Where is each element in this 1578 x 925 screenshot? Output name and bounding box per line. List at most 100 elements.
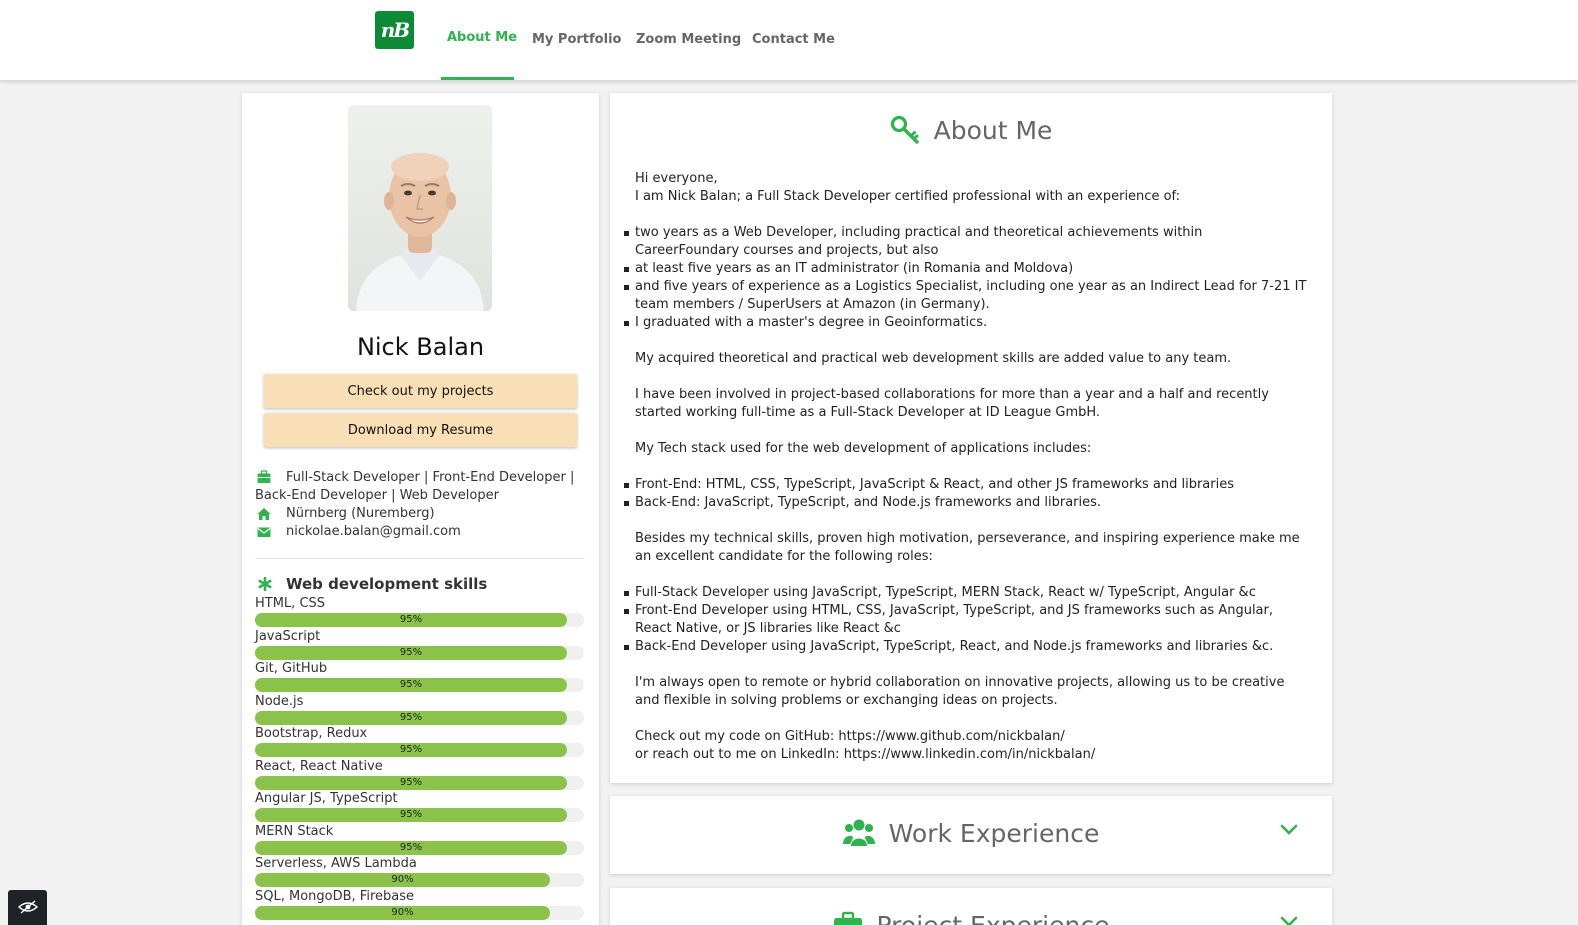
- email-text[interactable]: nickolae.balan@gmail.com: [286, 524, 461, 539]
- about-stack-intro: My Tech stack used for the web developme…: [635, 441, 1092, 456]
- list-item: Back-End Developer using JavaScript, Typ…: [624, 638, 1307, 656]
- nav-item-label: My Portfolio: [532, 32, 622, 47]
- skill-progress-fill: 95%: [255, 775, 567, 790]
- about-roles-intro: Besides my technical skills, proven high…: [635, 531, 1300, 564]
- skills-heading: Web development skills: [255, 575, 487, 593]
- work-experience-card[interactable]: Work Experience: [610, 796, 1332, 874]
- site-logo[interactable]: nB: [375, 11, 414, 49]
- skill-percent-label: 95%: [399, 744, 423, 755]
- project-experience-card[interactable]: Project Experience: [610, 888, 1332, 925]
- skill-progress-bar: 95%: [255, 645, 584, 660]
- skill-name: Git, GitHub: [255, 661, 328, 676]
- skill-progress-fill: 95%: [255, 613, 567, 627]
- download-resume-button[interactable]: Download my Resume: [264, 413, 577, 447]
- skill-progress-bar: 95%: [255, 710, 584, 725]
- skill-item: SQL, MongoDB, Firebase 90%: [255, 889, 585, 922]
- job-title-row: Full-Stack Developer | Front-End Develop…: [255, 469, 585, 505]
- about-me-heading: About Me: [610, 115, 1332, 145]
- about-me-card: About Me Hi everyone, I am Nick Balan; a…: [610, 93, 1332, 783]
- about-me-body: Hi everyone, I am Nick Balan; a Full Sta…: [624, 170, 1307, 764]
- about-collaboration: I have been involved in project-based co…: [635, 387, 1269, 420]
- linkedin-link[interactable]: or reach out to me on LinkedIn: https://…: [635, 746, 1307, 764]
- users-icon: [842, 819, 875, 846]
- skill-progress-bar: 95%: [255, 808, 584, 822]
- skill-name: HTML, CSS: [255, 596, 326, 611]
- nav-item-about-me[interactable]: About Me: [441, 0, 518, 80]
- asterisk-icon: [258, 577, 272, 591]
- skill-progress-bar: 95%: [255, 678, 584, 692]
- skill-percent-label: 90%: [391, 906, 414, 918]
- key-icon: [890, 115, 919, 144]
- list-item: Full-Stack Developer using JavaScript, T…: [624, 584, 1307, 602]
- top-navbar: nB About Me My Portfolio Zoom Meeting Co…: [0, 0, 1578, 80]
- list-item: Front-End Developer using HTML, CSS, Jav…: [624, 602, 1307, 638]
- project-experience-heading-text: Project Experience: [877, 911, 1110, 925]
- contact-info-list: Full-Stack Developer | Front-End Develop…: [255, 469, 585, 541]
- skill-item: React, React Native 95%: [255, 759, 585, 792]
- profile-photo: [348, 105, 492, 311]
- skill-item: Serverless, AWS Lambda 90%: [255, 856, 585, 889]
- skill-percent-label: 95%: [399, 679, 423, 690]
- divider: [255, 558, 585, 559]
- skill-progress-fill: 95%: [255, 645, 567, 660]
- skill-progress-fill: 95%: [255, 743, 567, 757]
- work-experience-heading-text: Work Experience: [888, 819, 1100, 848]
- skill-name: SQL, MongoDB, Firebase: [255, 888, 414, 904]
- skill-name: Node.js: [255, 693, 304, 709]
- list-item: Back-End: JavaScript, TypeScript, and No…: [624, 494, 1307, 512]
- skills-heading-text: Web development skills: [286, 575, 488, 593]
- skill-progress-bar: 95%: [255, 613, 584, 627]
- about-open: I'm always open to remote or hybrid coll…: [635, 675, 1285, 708]
- skill-progress-fill: 95%: [255, 808, 567, 822]
- skill-item: Git, GitHub 95%: [255, 661, 585, 694]
- experience-list: two years as a Web Developer, including …: [624, 224, 1307, 332]
- roles-list: Full-Stack Developer using JavaScript, T…: [624, 584, 1307, 656]
- skill-name: Serverless, AWS Lambda: [255, 856, 417, 871]
- skill-name: Bootstrap, Redux: [255, 726, 368, 741]
- skill-item: JavaScript 95%: [255, 629, 585, 662]
- location-text: Nürnberg (Nuremberg): [286, 506, 435, 521]
- skill-item: Node.js 95%: [255, 694, 585, 727]
- chevron-down-icon[interactable]: [1280, 824, 1298, 836]
- skill-item: MERN Stack 95%: [255, 824, 585, 857]
- nav-item-label: About Me: [447, 30, 518, 45]
- skill-percent-label: 95%: [399, 776, 423, 788]
- skills-list: HTML, CSS 95% JavaScript 95% Git, GitHub 95% N…: [255, 596, 585, 921]
- skill-item: Bootstrap, Redux 95%: [255, 726, 585, 759]
- skill-name: JavaScript: [255, 628, 321, 644]
- active-tab-indicator: [441, 77, 514, 80]
- skill-name: React, React Native: [255, 758, 383, 774]
- skill-name: Angular JS, TypeScript: [255, 791, 398, 806]
- check-projects-button[interactable]: Check out my projects: [264, 374, 577, 408]
- accessibility-toggle[interactable]: [8, 890, 47, 925]
- list-item: at least five years as an IT administrat…: [624, 260, 1307, 278]
- briefcase-icon: [257, 470, 271, 483]
- skill-progress-bar: 90%: [255, 873, 584, 887]
- skill-progress-fill: 95%: [255, 710, 567, 725]
- github-link[interactable]: Check out my code on GitHub: https://www…: [635, 728, 1307, 746]
- skill-percent-label: 95%: [399, 646, 423, 658]
- skill-progress-bar: 95%: [255, 840, 584, 855]
- location-row: Nürnberg (Nuremberg): [255, 505, 585, 523]
- skill-progress-bar: 95%: [255, 775, 584, 790]
- skill-progress-fill: 90%: [255, 873, 550, 887]
- about-intro: I am Nick Balan; a Full Stack Developer …: [635, 189, 1181, 204]
- skill-progress-bar: 95%: [255, 743, 584, 757]
- skill-percent-label: 95%: [399, 711, 423, 723]
- email-row[interactable]: nickolae.balan@gmail.com: [255, 523, 585, 541]
- about-greeting: Hi everyone,: [635, 171, 718, 186]
- skill-progress-fill: 95%: [255, 840, 567, 855]
- eye-slash-icon: [18, 900, 38, 914]
- list-item: and five years of experience as a Logist…: [624, 279, 1307, 312]
- profile-name: Nick Balan: [356, 333, 485, 361]
- work-experience-heading: Work Experience: [610, 818, 1332, 848]
- about-value: My acquired theoretical and practical we…: [635, 351, 1232, 366]
- home-icon: [257, 508, 271, 520]
- profile-card: Nick Balan Check out my projects Downloa…: [242, 93, 599, 925]
- chevron-down-icon[interactable]: [1280, 916, 1298, 925]
- skill-percent-label: 95%: [399, 614, 423, 625]
- list-item: I graduated with a master's degree in Ge…: [624, 314, 1307, 332]
- tech-stack-list: Front-End: HTML, CSS, TypeScript, JavaSc…: [624, 476, 1307, 512]
- skill-item: HTML, CSS 95%: [255, 596, 585, 629]
- skill-progress-bar: 90%: [255, 905, 584, 920]
